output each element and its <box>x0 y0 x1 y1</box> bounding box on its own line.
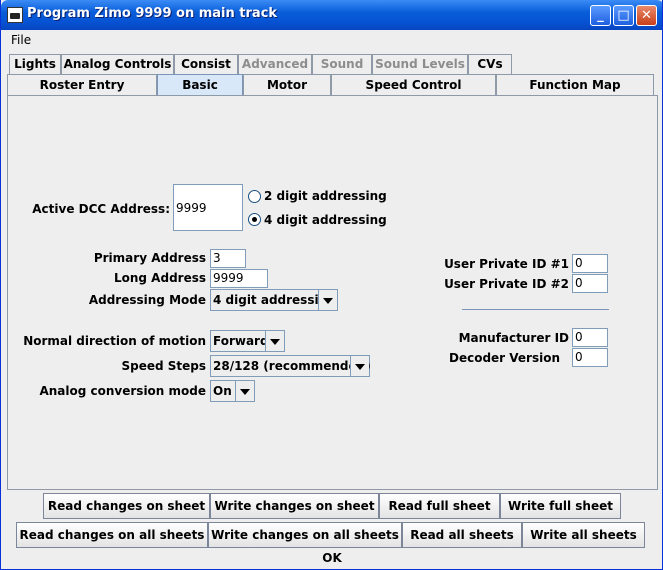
speed-steps-label: Speed Steps <box>121 359 206 373</box>
user-private-id-2-field[interactable]: 0 <box>572 274 608 293</box>
radio-4-digit-label[interactable]: 4 digit addressing <box>264 213 387 227</box>
read-all-sheets-button[interactable]: Read all sheets <box>402 522 522 548</box>
ok-button[interactable]: OK <box>2 549 662 569</box>
tab-sound-levels[interactable]: Sound Levels <box>372 54 468 74</box>
title-bar[interactable]: Program Zimo 9999 on main track _ □ ✕ <box>1 0 662 30</box>
separator <box>462 309 609 310</box>
tab-cvs[interactable]: CVs <box>468 54 512 74</box>
long-address-label: Long Address <box>113 271 206 285</box>
tab-function-map[interactable]: Function Map <box>496 74 654 95</box>
read-changes-sheet-button[interactable]: Read changes on sheet <box>43 493 210 519</box>
primary-address-field[interactable]: 3 <box>210 249 246 268</box>
chevron-down-icon[interactable] <box>235 381 254 401</box>
normal-direction-select[interactable]: Forward <box>210 330 285 352</box>
normal-direction-value: Forward <box>213 334 269 348</box>
analog-conversion-select[interactable]: On <box>210 380 255 402</box>
write-all-sheets-button[interactable]: Write all sheets <box>522 522 645 548</box>
user-private-id-1-label: User Private ID #1 <box>444 257 569 271</box>
chevron-down-icon[interactable] <box>318 290 337 310</box>
write-changes-sheet-button[interactable]: Write changes on sheet <box>210 493 379 519</box>
speed-steps-select[interactable]: 28/128 (recommended) <box>210 355 371 377</box>
tab-advanced[interactable]: Advanced <box>238 54 312 74</box>
write-changes-all-sheets-button[interactable]: Write changes on all sheets <box>208 522 402 548</box>
user-private-id-1-field[interactable]: 0 <box>572 254 608 273</box>
tab-analog-controls[interactable]: Analog Controls <box>61 54 174 74</box>
radio-4-digit[interactable] <box>248 213 261 226</box>
addressing-mode-label: Addressing Mode <box>88 293 206 307</box>
addressing-mode-select[interactable]: 4 digit addressing <box>210 289 338 311</box>
minimize-button[interactable]: _ <box>590 5 611 26</box>
menu-file[interactable]: File <box>11 33 31 47</box>
active-dcc-address-label: Active DCC Address: <box>32 202 170 216</box>
app-window: Program Zimo 9999 on main track _ □ ✕ Fi… <box>0 0 663 570</box>
tab-motor[interactable]: Motor <box>243 74 331 95</box>
maximize-button[interactable]: □ <box>613 5 634 26</box>
primary-address-label: Primary Address <box>93 251 206 265</box>
radio-2-digit-label[interactable]: 2 digit addressing <box>264 189 387 203</box>
manufacturer-id-field[interactable]: 0 <box>572 328 608 347</box>
window-title: Program Zimo 9999 on main track <box>27 6 278 21</box>
manufacturer-id-label: Manufacturer ID <box>458 331 569 345</box>
tab-speed-control[interactable]: Speed Control <box>331 74 496 95</box>
chevron-down-icon[interactable] <box>265 331 284 351</box>
tab-consist[interactable]: Consist <box>174 54 238 74</box>
read-changes-all-sheets-button[interactable]: Read changes on all sheets <box>16 522 208 548</box>
locomotive-icon <box>7 7 23 23</box>
normal-direction-label: Normal direction of motion <box>23 334 206 348</box>
user-private-id-2-label: User Private ID #2 <box>444 277 569 291</box>
analog-conversion-value: On <box>213 384 232 398</box>
tab-basic[interactable]: Basic <box>157 74 243 95</box>
active-dcc-address-field[interactable]: 9999 <box>173 184 243 231</box>
long-address-field[interactable]: 9999 <box>210 269 268 288</box>
tab-roster-entry[interactable]: Roster Entry <box>7 74 157 95</box>
read-full-sheet-button[interactable]: Read full sheet <box>379 493 500 519</box>
write-full-sheet-button[interactable]: Write full sheet <box>500 493 621 519</box>
close-button[interactable]: ✕ <box>636 5 657 26</box>
menu-bar: File <box>2 30 662 50</box>
radio-2-digit[interactable] <box>248 190 261 203</box>
tab-sound[interactable]: Sound <box>312 54 372 74</box>
analog-conversion-label: Analog conversion mode <box>39 384 206 398</box>
tab-lights[interactable]: Lights <box>9 54 61 74</box>
decoder-version-label: Decoder Version <box>448 351 560 365</box>
decoder-version-field[interactable]: 0 <box>572 348 608 367</box>
speed-steps-value: 28/128 (recommended) <box>213 359 371 373</box>
chevron-down-icon[interactable] <box>350 356 369 376</box>
